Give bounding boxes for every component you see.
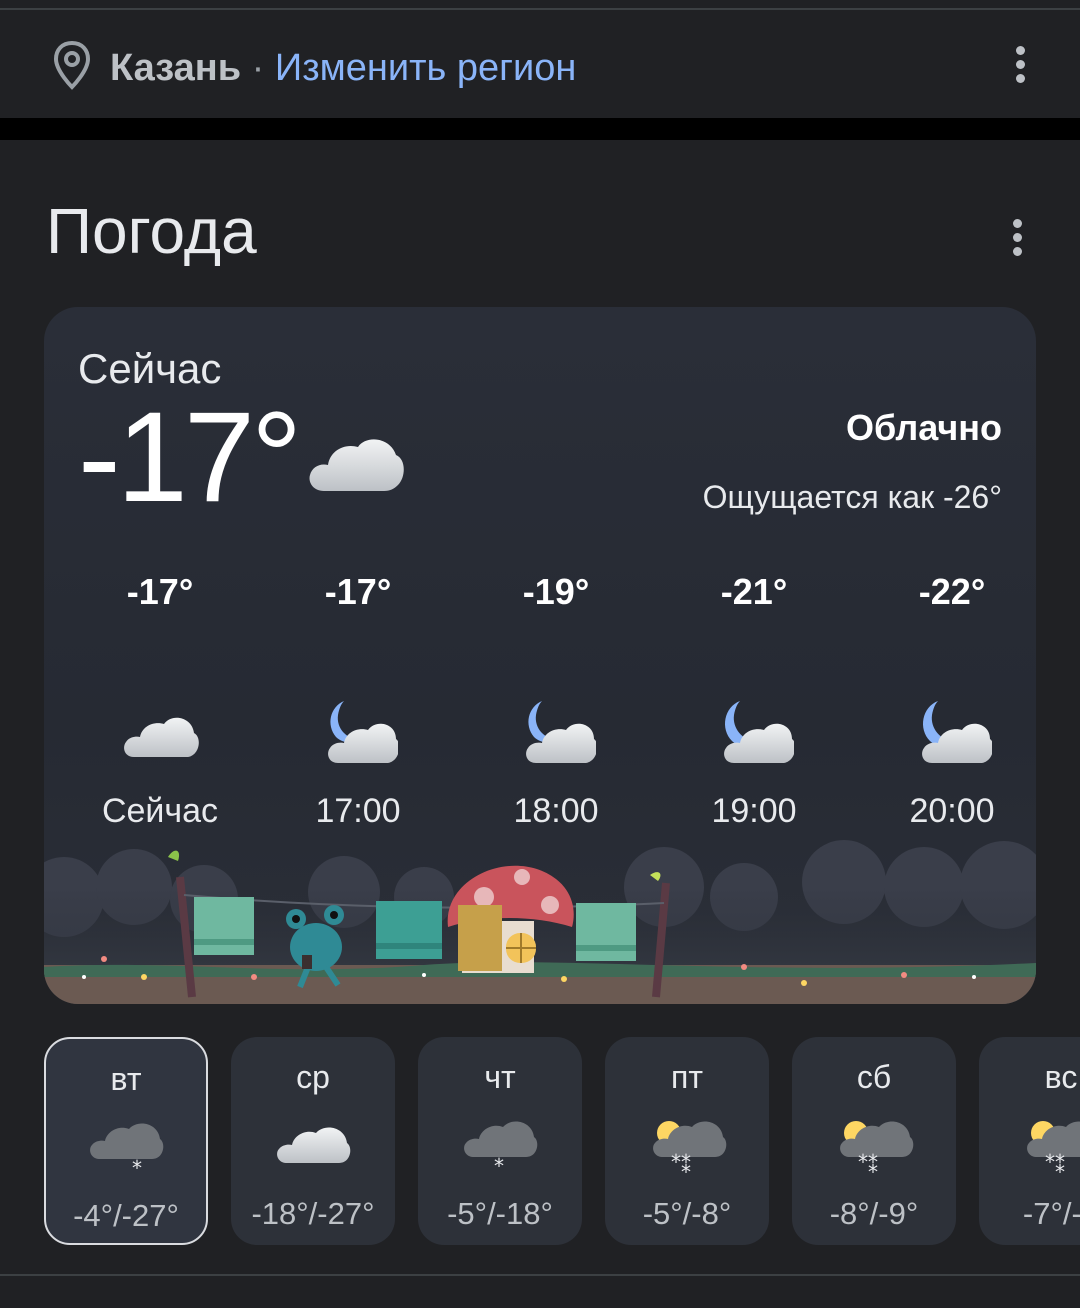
dark-cloud-snow-icon: * bbox=[90, 1123, 164, 1180]
day-name: вс bbox=[1044, 1059, 1078, 1095]
day-name: сб bbox=[856, 1059, 892, 1095]
day-temps: -5°/-8° bbox=[642, 1196, 732, 1231]
condition-text: Облачно bbox=[846, 407, 1002, 448]
day-name: вт bbox=[110, 1061, 142, 1097]
day-temps: -5°/-18° bbox=[447, 1196, 553, 1231]
frog-mushroom-laundry-scene bbox=[44, 840, 1036, 1004]
location-separator: · bbox=[241, 47, 275, 89]
day-name: чт bbox=[484, 1059, 516, 1095]
cloud-icon bbox=[309, 439, 404, 491]
moon-cloud-icon bbox=[526, 701, 598, 763]
hourly-item: -21° 19:00 bbox=[664, 567, 844, 831]
hourly-temp: -17° bbox=[324, 571, 392, 612]
hourly-item: -19° 18:00 bbox=[466, 567, 646, 831]
svg-text:*: * bbox=[132, 1156, 142, 1177]
bottom-divider bbox=[0, 1274, 1080, 1276]
feels-like-text: Ощущается как -26° bbox=[702, 479, 1002, 515]
day-card-thu[interactable]: чт * -5°/-18° bbox=[418, 1037, 582, 1245]
cloud-icon bbox=[124, 717, 199, 757]
hourly-time: 18:00 bbox=[513, 792, 599, 830]
day-card-wed[interactable]: ср -18°/-27° bbox=[231, 1037, 395, 1245]
svg-text:*: * bbox=[868, 1160, 878, 1175]
current-temperature: -17° bbox=[78, 386, 302, 529]
svg-text:*: * bbox=[681, 1160, 691, 1175]
day-temps: -7°/-1 bbox=[1022, 1196, 1080, 1231]
hourly-time: Сейчас bbox=[101, 792, 219, 830]
svg-text:*: * bbox=[494, 1154, 504, 1175]
hourly-temp: -21° bbox=[720, 571, 788, 612]
location-city: Казань bbox=[110, 47, 242, 89]
hourly-temp: -17° bbox=[126, 571, 194, 612]
location-pin-icon bbox=[53, 40, 91, 90]
cloud-icon bbox=[277, 1127, 351, 1163]
hourly-temp: -19° bbox=[522, 571, 590, 612]
hourly-item: -17° 17:00 bbox=[268, 567, 448, 831]
location-bar: Казань · Изменить регион bbox=[0, 10, 1080, 118]
day-name: ср bbox=[296, 1059, 330, 1095]
day-temps: -8°/-9° bbox=[829, 1196, 919, 1231]
hourly-time: 17:00 bbox=[315, 792, 401, 830]
moon-cloud-icon bbox=[328, 701, 400, 763]
weather-menu-icon[interactable] bbox=[1011, 219, 1023, 259]
change-region-link[interactable]: Изменить регион bbox=[275, 47, 576, 89]
day-card-sat[interactable]: сб ** * -8°/-9° bbox=[792, 1037, 956, 1245]
day-temps: -4°/-27° bbox=[73, 1198, 179, 1233]
hourly-time: 20:00 bbox=[909, 792, 995, 830]
day-temps: -18°/-27° bbox=[251, 1196, 375, 1231]
day-name: пт bbox=[671, 1059, 703, 1095]
location-text: Казань · Изменить регион bbox=[110, 44, 576, 92]
svg-text:*: * bbox=[1055, 1160, 1065, 1175]
location-menu-icon[interactable] bbox=[1014, 46, 1026, 86]
weather-title: Погода bbox=[46, 195, 257, 267]
sun-cloud-snow-icon: ** * bbox=[653, 1121, 727, 1184]
day-card-fri[interactable]: пт ** * -5°/-8° bbox=[605, 1037, 769, 1245]
current-weather-panel[interactable]: Сейчас -17° Облачно Ощущается как -26° -… bbox=[44, 307, 1036, 1004]
sun-cloud-snow-icon: ** * bbox=[1027, 1121, 1080, 1184]
moon-cloud-icon bbox=[922, 701, 994, 763]
hourly-item: -17° Сейчас bbox=[70, 567, 250, 831]
moon-cloud-icon bbox=[724, 701, 796, 763]
daily-forecast-strip[interactable]: вт * -4°/-27° ср -18°/-27° чт * -5°/-18°… bbox=[44, 1037, 1080, 1245]
day-card-sun[interactable]: вс ** * -7°/-1 bbox=[979, 1037, 1080, 1245]
day-card-tue[interactable]: вт * -4°/-27° bbox=[44, 1037, 208, 1245]
sun-cloud-snow-icon: ** * bbox=[840, 1121, 914, 1184]
top-divider bbox=[0, 0, 1080, 10]
dark-cloud-snow-icon: * bbox=[464, 1121, 538, 1178]
hourly-time: 19:00 bbox=[711, 792, 797, 830]
hourly-temp: -22° bbox=[918, 571, 986, 612]
section-separator bbox=[0, 118, 1080, 140]
hourly-item: -22° 20:00 bbox=[862, 567, 1036, 831]
